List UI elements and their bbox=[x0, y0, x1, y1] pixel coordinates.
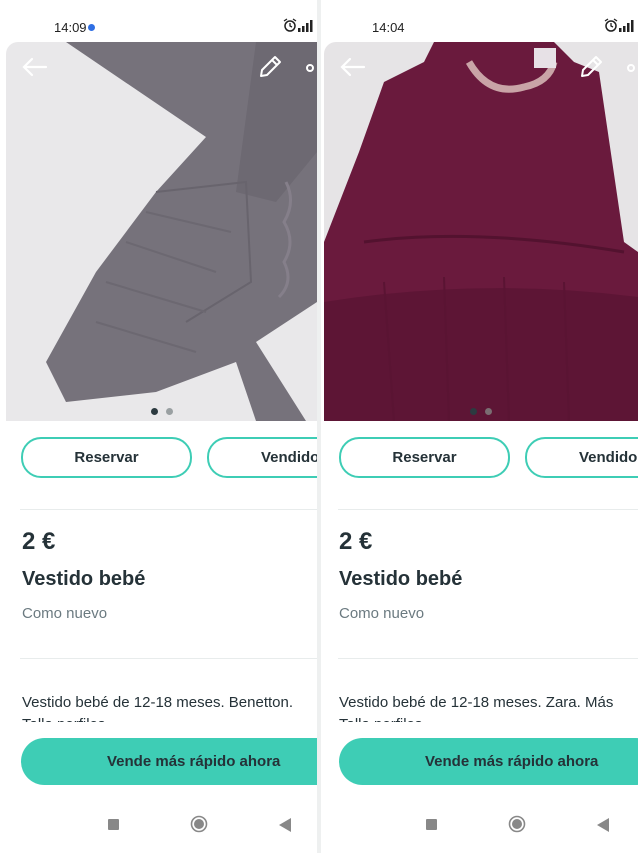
back-triangle-icon[interactable] bbox=[278, 817, 292, 833]
screen-left: 14:09 Reservar Vendido 2 € Vestido bebé … bbox=[0, 0, 317, 853]
status-time: 14:09 bbox=[54, 20, 87, 35]
product-condition: Como nuevo bbox=[22, 605, 108, 622]
back-arrow-icon[interactable] bbox=[20, 56, 48, 78]
carousel-dot-active bbox=[150, 408, 158, 415]
reserve-button[interactable]: Reservar bbox=[21, 437, 192, 478]
alarm-icon bbox=[604, 18, 618, 32]
sold-button[interactable]: Vendido bbox=[207, 437, 317, 478]
product-description: Vestido bebé de 12-18 meses. Benetton. bbox=[22, 694, 294, 711]
share-icon[interactable] bbox=[626, 58, 638, 78]
recent-apps-square-icon[interactable] bbox=[108, 819, 119, 830]
alarm-icon bbox=[283, 18, 297, 32]
carousel-dots bbox=[6, 402, 317, 415]
sell-faster-label: Vende más rápido ahora bbox=[425, 753, 599, 770]
home-circle-icon[interactable] bbox=[508, 815, 526, 833]
sell-faster-label: Vende más rápido ahora bbox=[107, 753, 281, 770]
status-time: 14:04 bbox=[372, 20, 405, 35]
product-photo[interactable] bbox=[324, 42, 638, 421]
divider bbox=[20, 509, 317, 510]
carousel-dot-active bbox=[470, 408, 477, 415]
reserve-button[interactable]: Reservar bbox=[339, 437, 510, 478]
product-condition: Como nuevo bbox=[339, 605, 425, 622]
product-photo[interactable] bbox=[6, 42, 317, 421]
dress-image bbox=[6, 42, 317, 421]
divider bbox=[20, 658, 317, 659]
sell-faster-button[interactable]: Vende más rápido ahora bbox=[21, 738, 317, 785]
sell-faster-button[interactable]: Vende más rápido ahora bbox=[339, 738, 638, 785]
product-description-next: Talla perfiles bbox=[339, 716, 422, 722]
signal-icon bbox=[298, 20, 313, 32]
status-bar: 14:09 bbox=[0, 0, 317, 44]
product-description: Vestido bebé de 12-18 meses. Zara. Más bbox=[339, 694, 614, 711]
divider bbox=[338, 509, 638, 510]
back-arrow-icon[interactable] bbox=[338, 56, 366, 78]
status-bar: 14:04 bbox=[321, 0, 638, 44]
android-nav-bar bbox=[0, 800, 317, 853]
edit-pencil-icon[interactable] bbox=[257, 54, 283, 80]
product-title: Vestido bebé bbox=[22, 568, 146, 590]
back-triangle-icon[interactable] bbox=[596, 817, 610, 833]
product-title: Vestido bebé bbox=[339, 568, 463, 590]
product-price: 2 € bbox=[339, 528, 373, 555]
share-icon[interactable] bbox=[305, 58, 317, 78]
carousel-dot bbox=[165, 408, 173, 415]
screen-right: 14:04 Reservar Vendido 2 € Vestido bebé … bbox=[321, 0, 638, 853]
signal-icon bbox=[619, 20, 634, 32]
sold-button[interactable]: Vendido bbox=[525, 437, 638, 478]
message-icon bbox=[88, 24, 95, 31]
edit-pencil-icon[interactable] bbox=[578, 54, 604, 80]
android-nav-bar bbox=[321, 800, 638, 853]
recent-apps-square-icon[interactable] bbox=[426, 819, 437, 830]
carousel-dots bbox=[324, 402, 638, 415]
product-price: 2 € bbox=[22, 528, 56, 555]
divider bbox=[338, 658, 638, 659]
dress-image bbox=[324, 42, 638, 421]
product-description-next: Talla perfiles bbox=[22, 716, 105, 722]
home-circle-icon[interactable] bbox=[190, 815, 208, 833]
carousel-dot bbox=[485, 408, 492, 415]
